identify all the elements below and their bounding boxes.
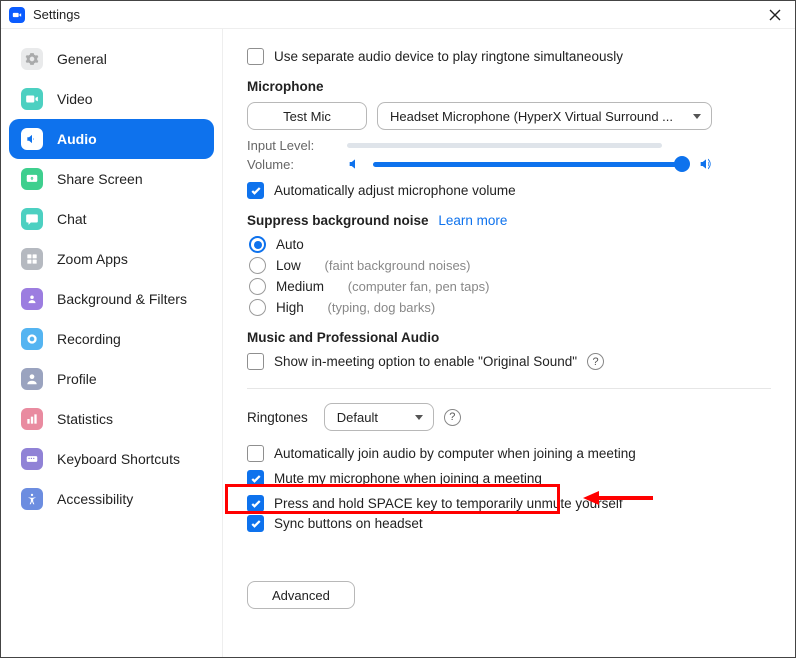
sidebar-item-label: Recording [57, 331, 121, 347]
original-sound-checkbox[interactable] [247, 353, 264, 370]
noise-medium-radio[interactable] [249, 278, 266, 295]
content-panel: Use separate audio device to play ringto… [223, 29, 795, 657]
gear-icon [21, 48, 43, 70]
noise-medium-label: Medium [276, 279, 324, 294]
sidebar-item-label: Accessibility [57, 491, 133, 507]
noise-high-hint: (typing, dog barks) [328, 300, 436, 315]
video-icon [21, 88, 43, 110]
sidebar-item-chat[interactable]: Chat [9, 199, 214, 239]
sidebar-item-label: Background & Filters [57, 291, 187, 307]
sidebar-item-label: Profile [57, 371, 97, 387]
keyboard-icon [21, 448, 43, 470]
input-level-label: Input Level: [247, 138, 337, 153]
sidebar-item-video[interactable]: Video [9, 79, 214, 119]
sidebar-item-label: Video [57, 91, 93, 107]
noise-low-radio[interactable] [249, 257, 266, 274]
ringtones-value: Default [337, 410, 378, 425]
sidebar-item-general[interactable]: General [9, 39, 214, 79]
noise-medium-hint: (computer fan, pen taps) [348, 279, 490, 294]
auto-join-label: Automatically join audio by computer whe… [274, 446, 636, 461]
profile-icon [21, 368, 43, 390]
recording-icon [21, 328, 43, 350]
separate-device-label: Use separate audio device to play ringto… [274, 49, 623, 64]
noise-low-label: Low [276, 258, 301, 273]
titlebar: Settings [1, 1, 795, 29]
suppress-noise-text: Suppress background noise [247, 213, 429, 228]
noise-high-label: High [276, 300, 304, 315]
noise-auto-radio[interactable] [249, 236, 266, 253]
input-level-meter [347, 143, 662, 148]
sidebar-item-audio[interactable]: Audio [9, 119, 214, 159]
sidebar-item-recording[interactable]: Recording [9, 319, 214, 359]
noise-auto-label: Auto [276, 237, 304, 252]
audio-icon [21, 128, 43, 150]
sidebar-item-accessibility[interactable]: Accessibility [9, 479, 214, 519]
slider-knob[interactable] [674, 156, 690, 172]
sync-headset-checkbox[interactable] [247, 515, 264, 532]
close-button[interactable] [763, 3, 787, 27]
noise-high-radio[interactable] [249, 299, 266, 316]
sidebar-item-profile[interactable]: Profile [9, 359, 214, 399]
advanced-button[interactable]: Advanced [247, 581, 355, 609]
annotation-arrow [583, 488, 653, 508]
music-pro-title: Music and Professional Audio [247, 330, 771, 345]
mic-device-value: Headset Microphone (HyperX Virtual Surro… [390, 109, 673, 124]
sidebar-item-label: Chat [57, 211, 87, 227]
volume-high-icon [698, 156, 714, 172]
auto-join-checkbox[interactable] [247, 445, 264, 462]
divider [247, 388, 771, 389]
window-title: Settings [33, 7, 80, 22]
sidebar-item-label: General [57, 51, 107, 67]
mic-volume-slider[interactable] [373, 162, 688, 167]
volume-label: Volume: [247, 157, 337, 172]
sidebar-item-keyboard[interactable]: Keyboard Shortcuts [9, 439, 214, 479]
ringtones-label: Ringtones [247, 410, 308, 425]
apps-icon [21, 248, 43, 270]
statistics-icon [21, 408, 43, 430]
sidebar-item-statistics[interactable]: Statistics [9, 399, 214, 439]
sidebar-item-label: Audio [57, 131, 97, 147]
microphone-section-title: Microphone [247, 79, 771, 94]
accessibility-icon [21, 488, 43, 510]
share-screen-icon [21, 168, 43, 190]
advanced-label: Advanced [272, 588, 330, 603]
noise-low-hint: (faint background noises) [325, 258, 471, 273]
sidebar: General Video Audio Share Screen Chat [1, 29, 223, 657]
sidebar-item-background[interactable]: Background & Filters [9, 279, 214, 319]
suppress-noise-title: Suppress background noise Learn more [247, 213, 771, 228]
auto-adjust-label: Automatically adjust microphone volume [274, 183, 516, 198]
mic-device-select[interactable]: Headset Microphone (HyperX Virtual Surro… [377, 102, 712, 130]
sidebar-item-label: Share Screen [57, 171, 143, 187]
chat-icon [21, 208, 43, 230]
volume-low-icon [347, 156, 363, 172]
sidebar-item-zoom-apps[interactable]: Zoom Apps [9, 239, 214, 279]
test-mic-button[interactable]: Test Mic [247, 102, 367, 130]
sidebar-item-label: Keyboard Shortcuts [57, 451, 180, 467]
sidebar-item-share-screen[interactable]: Share Screen [9, 159, 214, 199]
help-icon[interactable]: ? [587, 353, 604, 370]
ringtones-select[interactable]: Default [324, 403, 434, 431]
auto-adjust-checkbox[interactable] [247, 182, 264, 199]
app-icon [9, 7, 25, 23]
learn-more-link[interactable]: Learn more [438, 213, 507, 228]
separate-device-checkbox[interactable] [247, 48, 264, 65]
background-icon [21, 288, 43, 310]
sync-headset-label: Sync buttons on headset [274, 516, 423, 531]
sidebar-item-label: Statistics [57, 411, 113, 427]
sidebar-item-label: Zoom Apps [57, 251, 128, 267]
annotation-highlight [225, 484, 560, 514]
test-mic-label: Test Mic [283, 109, 331, 124]
original-sound-label: Show in-meeting option to enable "Origin… [274, 354, 577, 369]
help-icon[interactable]: ? [444, 409, 461, 426]
